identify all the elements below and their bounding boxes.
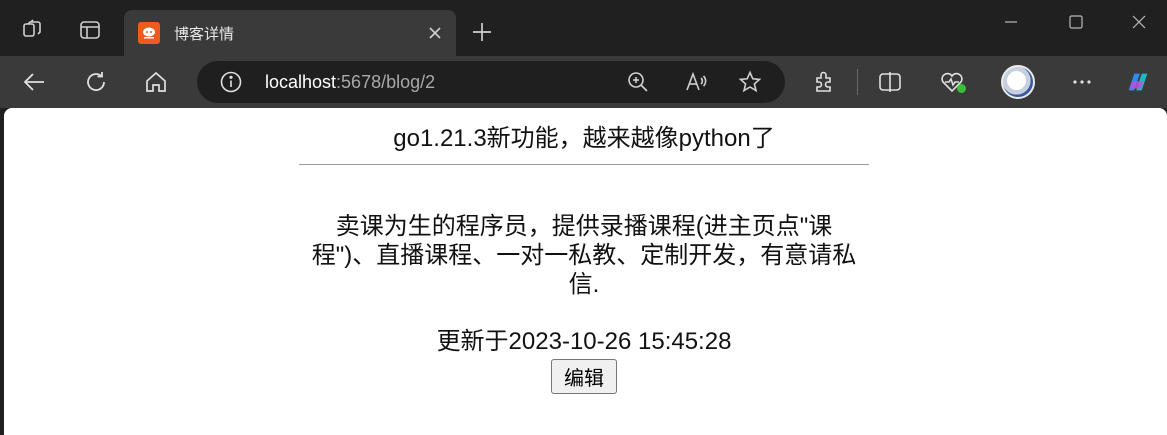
- blog-content: 卖课为生的程序员，提供录播课程(进主页点"课程")、直播课程、一对一私教、定制开…: [311, 213, 857, 298]
- back-icon[interactable]: [20, 68, 48, 96]
- tab-actions-icon[interactable]: [78, 18, 102, 42]
- blog-detail: go1.21.3新功能，越来越像python了 卖课为生的程序员，提供录播课程(…: [299, 108, 869, 394]
- profile-avatar[interactable]: [1001, 65, 1035, 99]
- toolbar-divider: [857, 69, 858, 95]
- new-tab-icon[interactable]: [470, 20, 494, 44]
- maximize-icon[interactable]: [1064, 10, 1088, 34]
- home-icon[interactable]: [142, 68, 170, 96]
- site-info-icon[interactable]: [219, 70, 243, 94]
- tab-strip: 博客详情: [0, 0, 1167, 56]
- split-screen-icon[interactable]: [876, 68, 904, 96]
- refresh-icon[interactable]: [82, 68, 110, 96]
- status-dot: [957, 84, 966, 93]
- edit-button[interactable]: 编辑: [551, 359, 617, 394]
- copilot-icon[interactable]: [1124, 68, 1152, 96]
- browser-toolbar: localhost:5678/blog/2: [0, 56, 1167, 108]
- url-host: localhost: [265, 72, 337, 92]
- favorite-star-icon[interactable]: [738, 70, 762, 94]
- url-text[interactable]: localhost:5678/blog/2: [265, 72, 435, 93]
- workspaces-icon[interactable]: [20, 18, 44, 42]
- tab-title: 博客详情: [174, 26, 235, 43]
- address-bar[interactable]: localhost:5678/blog/2: [197, 61, 785, 103]
- page-viewport: go1.21.3新功能，越来越像python了 卖课为生的程序员，提供录播课程(…: [4, 108, 1167, 435]
- extensions-icon[interactable]: [810, 68, 838, 96]
- active-tab[interactable]: 博客详情: [124, 10, 456, 56]
- read-aloud-icon[interactable]: [684, 70, 708, 94]
- minimize-icon[interactable]: [999, 10, 1023, 34]
- title-divider: [299, 164, 869, 165]
- blog-title: go1.21.3新功能，越来越像python了: [393, 125, 775, 152]
- site-favicon-icon: [138, 22, 160, 44]
- close-tab-icon[interactable]: [426, 24, 444, 42]
- zoom-icon[interactable]: [626, 70, 650, 94]
- url-path: :5678/blog/2: [336, 72, 436, 92]
- close-window-icon[interactable]: [1127, 10, 1151, 34]
- more-options-icon[interactable]: [1068, 68, 1096, 96]
- updated-timestamp: 更新于2023-10-26 15:45:28: [436, 328, 732, 355]
